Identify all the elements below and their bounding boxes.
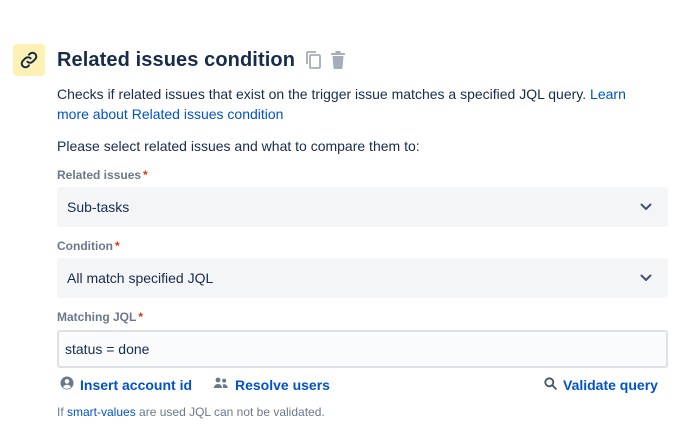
note-suffix: are used JQL can not be validated. (135, 405, 325, 419)
related-issues-label: Related issues * (57, 167, 148, 183)
condition-label-text: Condition (57, 239, 113, 253)
copy-icon[interactable] (305, 50, 323, 70)
trash-icon[interactable] (329, 50, 347, 70)
resolve-users-label: Resolve users (235, 377, 330, 393)
condition-select[interactable]: All match specified JQL (57, 258, 668, 298)
users-icon (213, 374, 229, 396)
validate-query-button[interactable]: Validate query (544, 374, 658, 396)
description: Checks if related issues that exist on t… (57, 84, 657, 124)
chevron-down-icon (634, 266, 658, 290)
note-prefix: If (57, 405, 68, 419)
select-prompt: Please select related issues and what to… (57, 138, 420, 154)
related-issues-select[interactable]: Sub-tasks (57, 187, 668, 227)
description-text: Checks if related issues that exist on t… (57, 86, 591, 102)
search-icon (544, 374, 557, 396)
insert-account-id-label: Insert account id (80, 377, 193, 393)
link-icon (13, 44, 45, 76)
condition-value: All match specified JQL (67, 270, 214, 286)
user-circle-icon (60, 374, 74, 396)
required-marker: * (143, 168, 148, 182)
related-issues-label-text: Related issues (57, 168, 142, 182)
page-title: Related issues condition (57, 48, 296, 71)
header: Related issues condition (57, 44, 347, 76)
required-marker: * (138, 310, 144, 324)
matching-jql-label-text: Matching JQL (57, 310, 137, 324)
required-marker: * (114, 239, 120, 253)
title-actions (305, 50, 347, 70)
chevron-down-icon (634, 195, 658, 219)
matching-jql-label: Matching JQL * (57, 309, 143, 325)
condition-label: Condition * (57, 238, 120, 254)
related-issues-value: Sub-tasks (67, 199, 130, 215)
validation-note: If smart-values are used JQL can not be … (57, 404, 325, 420)
matching-jql-input[interactable] (57, 330, 668, 368)
validate-query-label: Validate query (563, 377, 658, 393)
jql-actions: Insert account id Resolve users Validate… (60, 374, 660, 396)
smart-values-link[interactable]: smart-values (67, 405, 136, 419)
resolve-users-button[interactable]: Resolve users (213, 374, 330, 396)
insert-account-id-button[interactable]: Insert account id (60, 374, 192, 396)
